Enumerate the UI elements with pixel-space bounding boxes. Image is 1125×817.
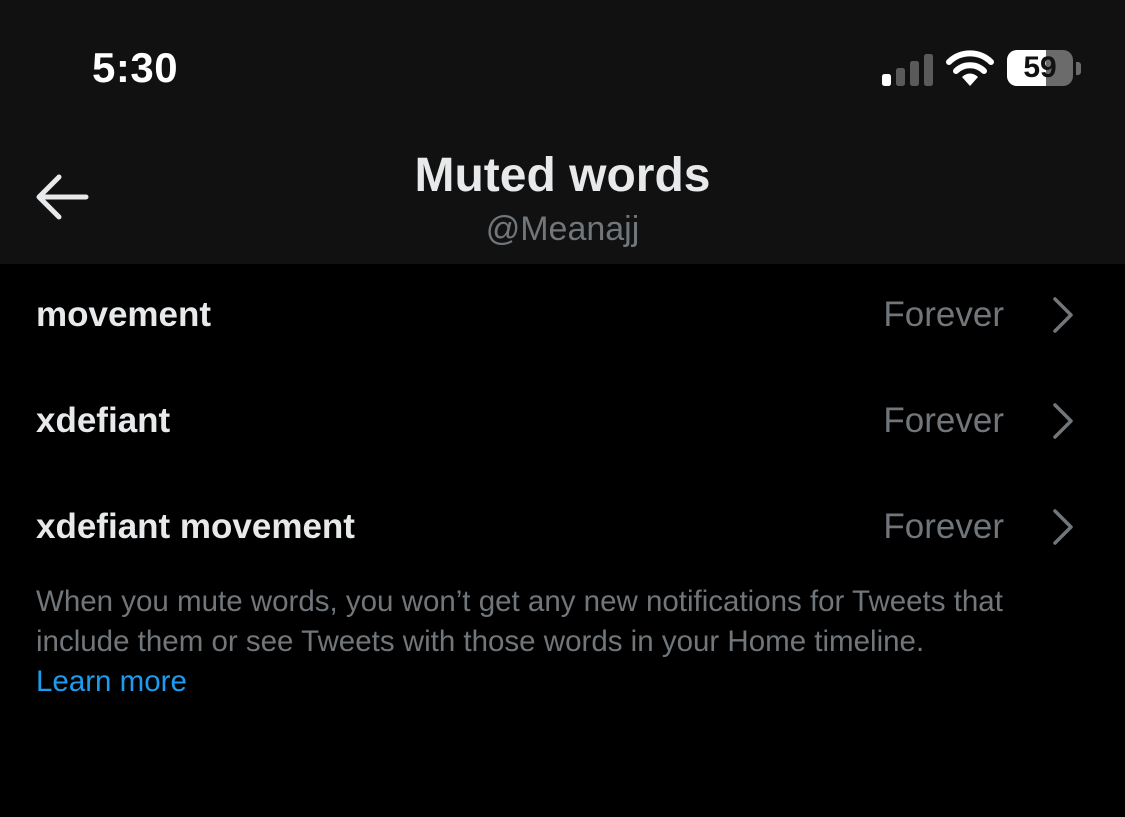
muted-words-screen: 5:30 59 Muted words @Meanajj movement Fo… bbox=[0, 0, 1125, 817]
battery-body: 59 bbox=[1007, 50, 1073, 86]
muted-words-description: When you mute words, you won’t get any n… bbox=[36, 582, 1096, 702]
chevron-right-icon bbox=[1053, 403, 1073, 439]
learn-more-link[interactable]: Learn more bbox=[36, 665, 187, 698]
battery-percentage: 59 bbox=[1023, 51, 1057, 84]
wifi-icon bbox=[946, 50, 994, 86]
muted-word: xdefiant bbox=[36, 401, 171, 440]
page-title: Muted words bbox=[414, 149, 711, 202]
muted-word: movement bbox=[36, 295, 212, 334]
status-time: 5:30 bbox=[92, 44, 179, 91]
muted-word-row[interactable]: movement Forever bbox=[0, 265, 1125, 365]
description-text: When you mute words, you won’t get any n… bbox=[36, 585, 1003, 658]
muted-word: xdefiant movement bbox=[36, 507, 355, 546]
chevron-right-icon bbox=[1053, 297, 1073, 333]
battery-icon: 59 bbox=[1007, 50, 1083, 88]
mute-duration: Forever bbox=[883, 401, 1004, 440]
battery-cap bbox=[1076, 62, 1081, 75]
mute-duration: Forever bbox=[883, 507, 1004, 546]
muted-word-row[interactable]: xdefiant movement Forever bbox=[0, 477, 1125, 577]
muted-word-row[interactable]: xdefiant Forever bbox=[0, 371, 1125, 471]
account-handle: @Meanajj bbox=[485, 210, 640, 248]
chevron-right-icon bbox=[1053, 509, 1073, 545]
mute-duration: Forever bbox=[883, 295, 1004, 334]
cellular-signal-icon bbox=[882, 54, 933, 86]
